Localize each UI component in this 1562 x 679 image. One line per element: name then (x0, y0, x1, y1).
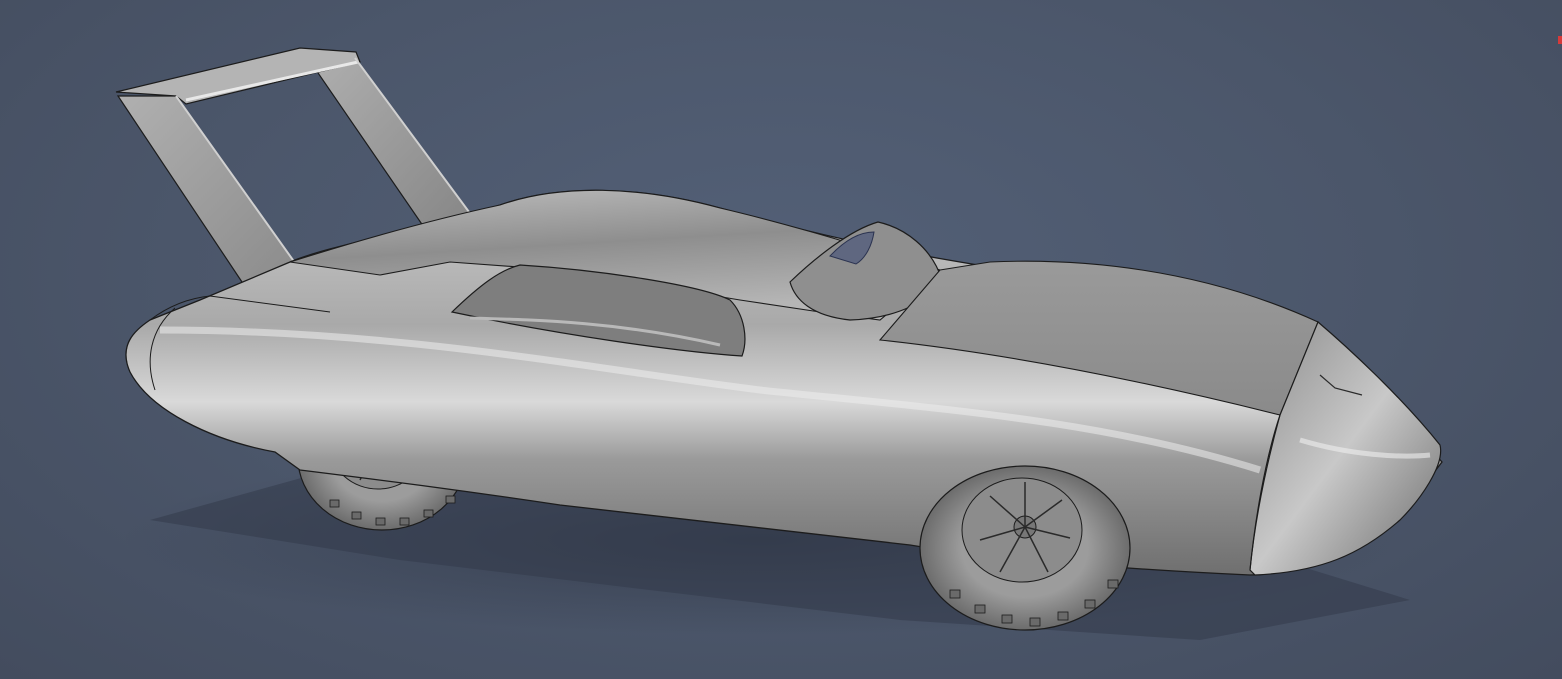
3d-viewport[interactable] (0, 0, 1562, 679)
axis-indicator (1558, 36, 1562, 44)
front-wheel[interactable] (919, 465, 1131, 631)
viewport-canvas[interactable] (0, 0, 1562, 679)
wing-right-strut (303, 53, 473, 237)
